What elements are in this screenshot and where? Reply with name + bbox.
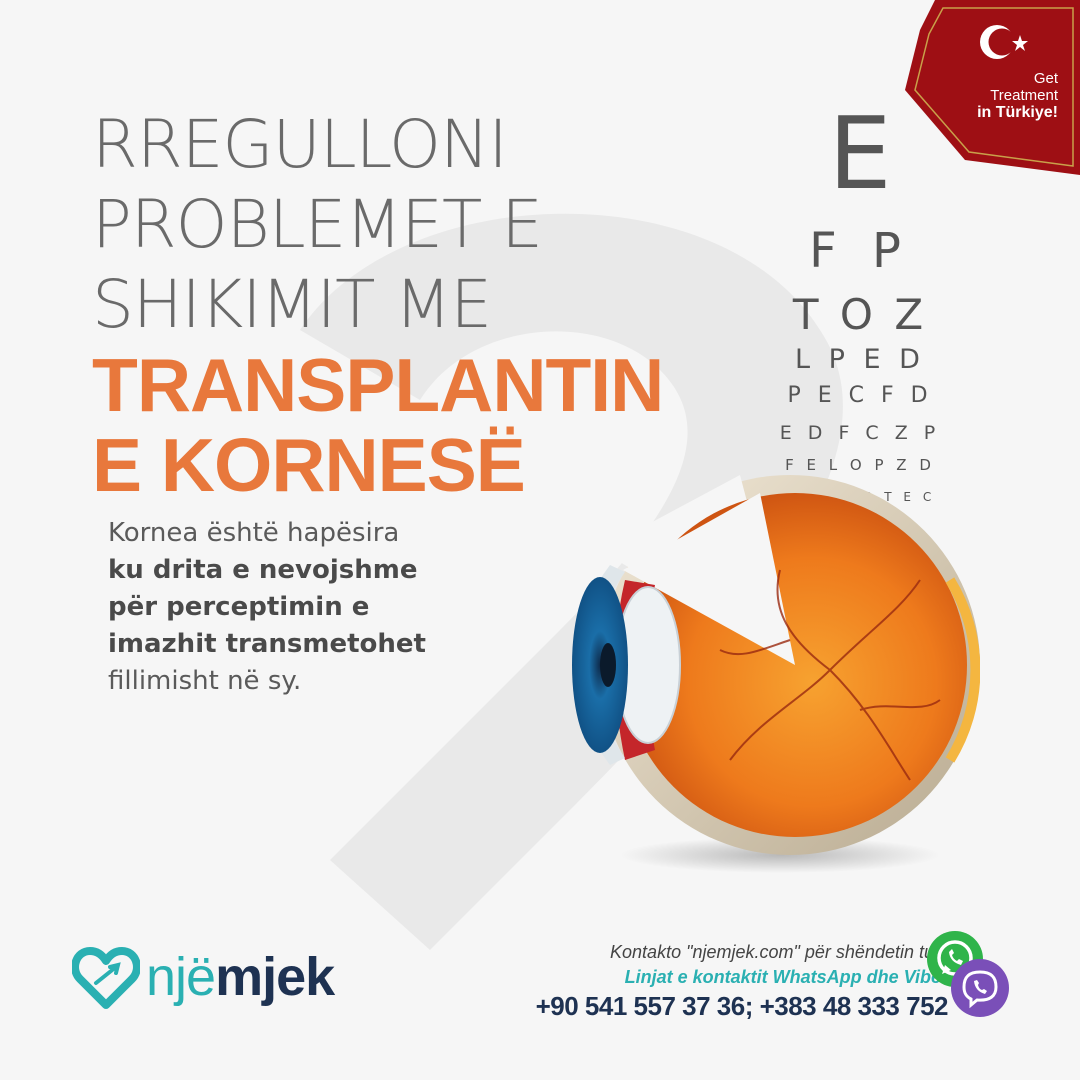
eye-chart-row-5: P E C F D bbox=[787, 383, 933, 408]
headline-highlight-1: TRANSPLANTIN bbox=[92, 343, 664, 427]
eye-chart-row-6: E D F C Z P bbox=[779, 422, 941, 444]
headline-line-3: SHIKIMIT ME bbox=[92, 266, 492, 343]
contact-block: Kontakto "njemjek.com" për shëndetin tua… bbox=[536, 942, 949, 1022]
headline-line-2: PROBLEMET E bbox=[92, 186, 543, 263]
logo-wordmark: njëmjek bbox=[146, 946, 335, 1008]
contact-line-1: Kontakto "njemjek.com" për shëndetin tua… bbox=[610, 942, 948, 962]
badge-line-2: Treatment bbox=[990, 87, 1058, 104]
badge-text: Get Treatment in Türkiye! bbox=[977, 70, 1058, 121]
badge-line-1: Get bbox=[1033, 70, 1058, 87]
njemjek-logo[interactable]: njëmjek bbox=[72, 945, 335, 1009]
eye-anatomy-illustration bbox=[572, 475, 980, 873]
eye-chart-row-4: L P E D bbox=[795, 344, 925, 375]
headline: RREGULLONI PROBLEMET E SHIKIMIT ME TRANS… bbox=[92, 105, 664, 505]
eye-chart-row-2: F P bbox=[809, 223, 911, 279]
heart-plane-logo-icon bbox=[72, 947, 140, 1009]
headline-line-1: RREGULLONI bbox=[92, 106, 508, 183]
description: Kornea është hapësira ku drita e nevojsh… bbox=[108, 515, 426, 700]
description-line-4: imazhit transmetohet bbox=[108, 629, 426, 659]
badge-line-3: in Türkiye! bbox=[977, 104, 1058, 121]
description-line-3: për perceptimin e bbox=[108, 592, 370, 622]
description-line-1: Kornea është hapësira bbox=[108, 518, 400, 548]
logo-part-1: një bbox=[146, 947, 216, 1007]
viber-icon[interactable] bbox=[950, 958, 1010, 1018]
description-line-2: ku drita e nevojshme bbox=[108, 555, 418, 585]
description-line-5: fillimisht në sy. bbox=[108, 666, 302, 696]
eye-chart-row-3: T O Z bbox=[792, 290, 928, 339]
contact-phones[interactable]: +90 541 557 37 36; +383 48 333 752 bbox=[536, 991, 949, 1022]
logo-part-2: mjek bbox=[215, 947, 335, 1007]
contact-line-2: Linjat e kontaktit WhatsApp dhe Viber bbox=[624, 967, 948, 987]
